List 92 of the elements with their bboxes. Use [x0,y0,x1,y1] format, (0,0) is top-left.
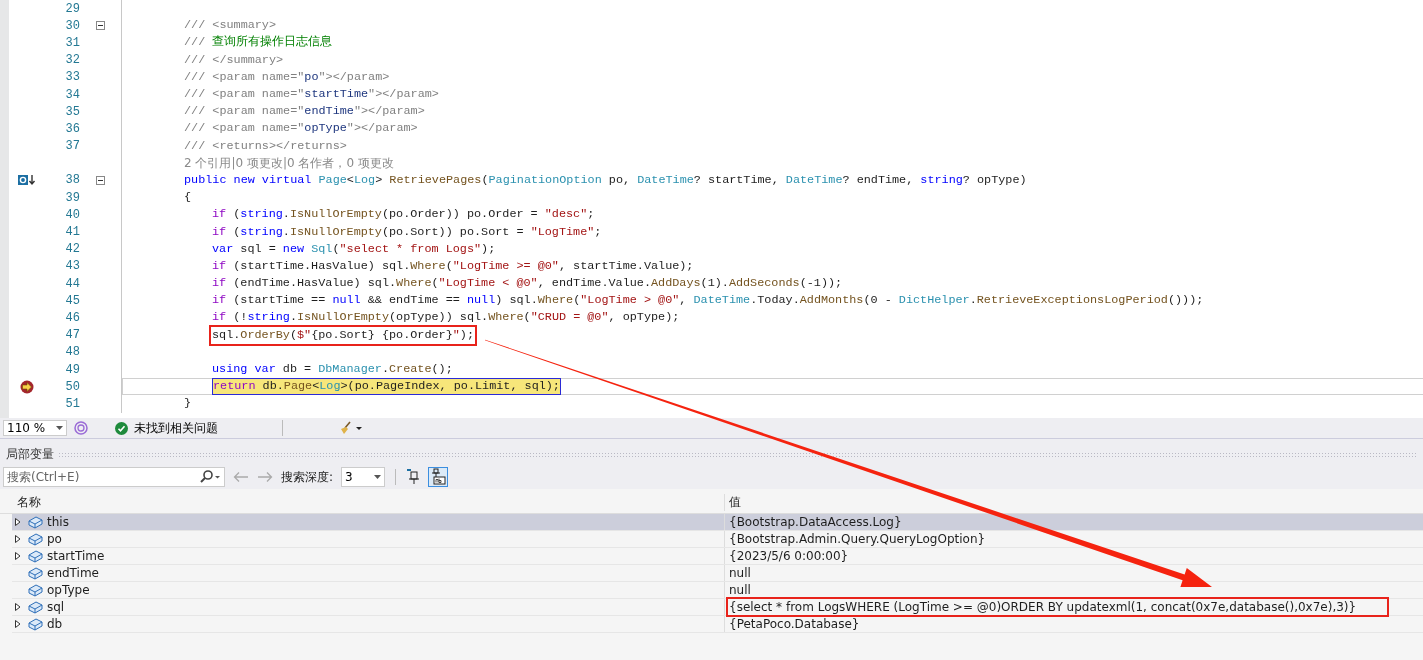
line-number: 38 [65,173,80,188]
code-line: /// </summary> [184,52,284,68]
variable-value: {select * from LogsWHERE (LogTime >= @0)ORDER BY updatexml(1, concat(0x7e,database(),0x7e),3)} [729,600,1387,614]
line-number: 42 [65,242,80,257]
variable-icon [28,566,43,580]
code-line: sql.OrderBy($"{po.Sort} {po.Order}"); [212,327,474,343]
code-line: var sql = new Sql("select * from Logs"); [212,241,496,257]
line-number: 49 [65,362,80,377]
variable-row[interactable]: sql {select * from LogsWHERE (LogTime >= @0)ORDER BY updatexml(1, concat(0x7e,database(),0x7e),3)} [12,599,1423,616]
line-number: 32 [65,53,80,68]
variable-name: this [47,515,69,529]
line-number: 39 [65,190,80,205]
variable-value: {Bootstrap.DataAccess.Log} [729,515,902,529]
line-number: 40 [65,207,80,222]
variable-icon [28,583,43,597]
code-line: /// <param name="po"></param> [184,69,390,85]
zoom-dropdown[interactable]: 110 % [3,420,67,436]
broom-icon[interactable] [339,421,363,435]
line-number: 45 [65,293,80,308]
code-lens[interactable]: 2 个引用|0 项更改|0 名作者，0 项更改 [184,154,394,172]
code-line: } [184,396,192,412]
variable-icon [28,617,43,631]
search-depth-dropdown[interactable]: 3 [341,467,386,487]
line-number: 31 [65,35,80,50]
pin-icon[interactable] [406,469,421,485]
caret-icon[interactable] [374,475,382,479]
line-number: 47 [65,328,80,343]
caret-icon[interactable] [56,426,63,430]
line-number: 33 [65,70,80,85]
issues-status[interactable]: 未找到相关问题 [134,419,218,437]
variable-row[interactable]: db {PetaPoco.Database} [12,616,1423,633]
pin-text-icon[interactable] [428,467,449,487]
variable-icon [28,600,43,614]
variable-name: endTime [47,566,99,580]
variable-value: {2023/5/6 0:00:00} [729,549,849,563]
search-field[interactable]: 搜索(Ctrl+E) [3,467,225,487]
line-number: 41 [65,225,80,240]
code-line: /// <param name="opType"></param> [184,121,418,137]
code-line: if (startTime == null && endTime == null) sql.Where("LogTime > @0", DateTime.Today.AddMonths(0 - DictHelper.RetrieveExceptionsLogPeriod())); [212,293,1204,309]
search-depth-label: 搜索深度: [281,468,334,486]
code-line: if (string.IsNullOrEmpty(po.Order)) po.Order = "desc"; [212,207,595,223]
line-number: 35 [65,104,80,119]
code-line: if (startTime.HasValue) sql.Where("LogTime >= @0", startTime.Value); [212,258,694,274]
breakpoint-arrow-icon[interactable] [19,379,35,394]
line-number: 43 [65,259,80,274]
line-number: 36 [65,121,80,136]
code-line: if (string.IsNullOrEmpty(po.Sort)) po.Sort = "LogTime"; [212,224,602,240]
line-number: 44 [65,276,80,291]
panel-title: 局部变量 [6,445,54,463]
expand-icon[interactable] [15,535,21,543]
variable-name: opType [47,583,90,597]
code-line: /// <summary> [184,18,277,34]
variable-icon [28,549,43,563]
line-number: 34 [65,87,80,102]
code-line: public new virtual Page<Log> RetrievePages(PaginationOption po, DateTime? startTime, DateTime? endTime, string? opType) [184,172,1027,188]
collapse-icon[interactable] [96,175,105,185]
variable-row[interactable]: this {Bootstrap.DataAccess.Log} [12,514,1423,531]
expand-icon[interactable] [15,603,21,611]
expand-icon[interactable] [15,518,21,526]
column-header[interactable]: 名称 [0,493,724,511]
search-icon[interactable] [198,470,222,484]
variable-name: sql [47,600,65,614]
variable-icon [28,532,43,546]
expand-icon[interactable] [15,552,21,560]
code-line: /// <returns></returns> [184,138,347,154]
code-line: /// 查询所有操作日志信息 [184,35,333,51]
override-icon[interactable] [18,174,36,187]
code-line: if (!string.IsNullOrEmpty(opType)) sql.Where("CRUD = @0", opType); [212,310,680,326]
variable-icon [28,515,43,529]
variable-value: {PetaPoco.Database} [729,617,860,631]
target-icon[interactable] [73,420,89,436]
line-number: 46 [65,310,80,325]
collapse-icon[interactable] [96,21,105,31]
expand-icon[interactable] [15,620,21,628]
code-line: using var db = DbManager.Create(); [212,362,453,378]
line-number: 48 [65,345,80,360]
variable-name: db [47,617,63,631]
variable-name: startTime [47,549,105,563]
code-line: /// <param name="startTime"></param> [184,87,439,103]
variable-value: null [729,566,751,580]
line-number: 51 [65,396,80,411]
line-number: 29 [65,1,80,16]
check-icon [115,421,128,435]
code-line: { [184,190,192,206]
line-number: 30 [65,18,80,33]
variable-name: po [47,532,62,546]
variable-value: {Bootstrap.Admin.Query.QueryLogOption} [729,532,986,546]
line-number: 37 [65,139,80,154]
code-line: /// <param name="endTime"></param> [184,104,425,120]
variable-value: null [729,583,751,597]
line-number: 50 [65,379,80,394]
code-line: if (endTime.HasValue) sql.Where("LogTime < @0", endTime.Value.AddDays(1).AddSeconds(-1)); [212,276,843,292]
